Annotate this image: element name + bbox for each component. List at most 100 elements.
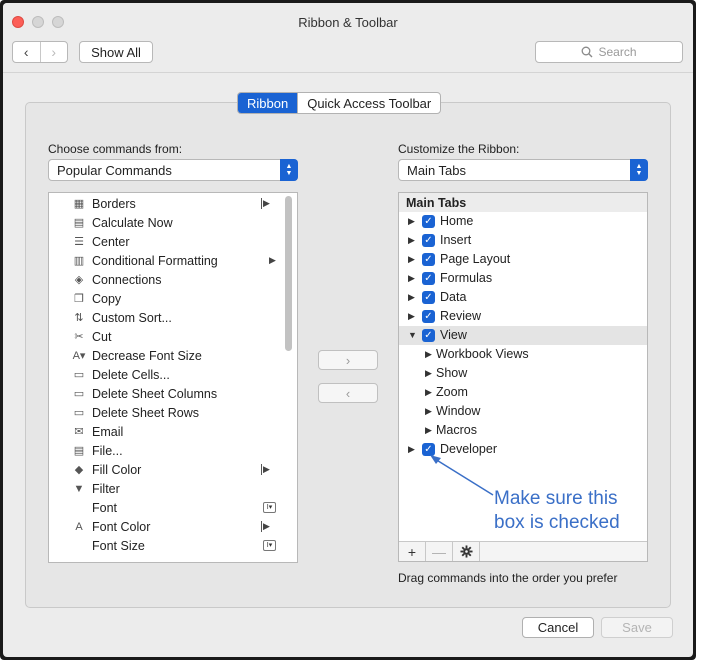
tab-checkbox[interactable]: ✓ <box>422 272 435 285</box>
annotation-line-2: box is checked <box>494 512 620 533</box>
command-item[interactable]: ▦ Borders ▶ <box>49 194 297 213</box>
popup-stepper-icon: ▲ ▼ <box>280 159 298 181</box>
email-icon: ✉ <box>74 426 84 438</box>
command-item[interactable]: ☰ Center <box>49 232 297 251</box>
search-field[interactable]: Search <box>535 41 683 63</box>
commands-list[interactable]: ▦ Borders ▶ ▤ Calculate Now ☰ Center ▥ Condition… <box>48 192 298 563</box>
decrease-font-icon: A▾ <box>72 350 86 362</box>
scissors-icon: ✂ <box>74 331 84 343</box>
remove-from-ribbon-button[interactable]: ‹ <box>318 383 378 403</box>
disclosure-closed-icon[interactable]: ▶ <box>408 254 415 265</box>
tree-item-label: Formulas <box>440 271 493 285</box>
add-tab-button[interactable]: + <box>399 542 426 561</box>
delete-rows-icon: ▭ <box>73 407 85 419</box>
command-label: Filter <box>92 481 120 496</box>
add-to-ribbon-button[interactable]: › <box>318 350 378 370</box>
command-item[interactable]: ◈ Connections <box>49 270 297 289</box>
connections-icon: ◈ <box>74 274 84 286</box>
command-label: Delete Cells... <box>92 367 170 382</box>
disclosure-closed-icon[interactable]: ▶ <box>425 425 432 436</box>
tree-item-label: Insert <box>440 233 472 247</box>
disclosure-closed-icon[interactable]: ▶ <box>408 216 415 227</box>
command-label: Email <box>92 424 124 439</box>
tree-item-zoom[interactable]: ▶ Zoom <box>399 383 647 402</box>
command-item[interactable]: ▭ Delete Sheet Rows <box>49 403 297 422</box>
forward-button[interactable]: › <box>41 42 68 62</box>
command-item[interactable]: ▭ Delete Cells... <box>49 365 297 384</box>
command-item[interactable]: Font Size I▾ <box>49 536 297 555</box>
command-label: Delete Sheet Columns <box>92 386 218 401</box>
disclosure-open-icon[interactable]: ▼ <box>408 330 417 340</box>
tab-checkbox[interactable]: ✓ <box>422 291 435 304</box>
submenu-arrow-icon: ▶ <box>261 521 270 532</box>
delete-columns-icon: ▭ <box>73 388 85 400</box>
disclosure-closed-icon[interactable]: ▶ <box>408 292 415 303</box>
disclosure-closed-icon[interactable]: ▶ <box>408 273 415 284</box>
command-label: Borders <box>92 196 136 211</box>
disclosure-closed-icon[interactable]: ▶ <box>425 387 432 398</box>
disclosure-closed-icon[interactable]: ▶ <box>425 406 432 417</box>
ribbon-tabs-popup[interactable]: Main Tabs ▲ ▼ <box>398 159 648 181</box>
tab-checkbox[interactable]: ✓ <box>422 329 435 342</box>
command-item[interactable]: ▼ Filter <box>49 479 297 498</box>
command-label: Decrease Font Size <box>92 348 202 363</box>
command-item[interactable]: ▭ Delete Sheet Columns <box>49 384 297 403</box>
tree-item-insert[interactable]: ▶ ✓ Insert <box>399 231 647 250</box>
disclosure-closed-icon[interactable]: ▶ <box>408 311 415 322</box>
tree-item-view[interactable]: ▼ ✓ View <box>399 326 647 345</box>
tree-item-formulas[interactable]: ▶ ✓ Formulas <box>399 269 647 288</box>
command-source-popup[interactable]: Popular Commands ▲ ▼ <box>48 159 298 181</box>
tree-item-data[interactable]: ▶ ✓ Data <box>399 288 647 307</box>
choose-commands-label: Choose commands from: <box>48 142 183 156</box>
back-button[interactable]: ‹ <box>13 42 40 62</box>
tab-checkbox[interactable]: ✓ <box>422 215 435 228</box>
tree-item-review[interactable]: ▶ ✓ Review <box>399 307 647 326</box>
tab-checkbox[interactable]: ✓ <box>422 253 435 266</box>
disclosure-closed-icon[interactable]: ▶ <box>425 368 432 379</box>
tree-item-window[interactable]: ▶ Window <box>399 402 647 421</box>
save-button[interactable]: Save <box>601 617 673 638</box>
tab-checkbox[interactable]: ✓ <box>422 310 435 323</box>
tree-footer-bar: + — <box>399 541 647 561</box>
tree-item-show[interactable]: ▶ Show <box>399 364 647 383</box>
command-item[interactable]: ◆ Fill Color ▶ <box>49 460 297 479</box>
command-item[interactable]: ▥ Conditional Formatting ▶ <box>49 251 297 270</box>
minus-icon: — <box>432 543 446 560</box>
commands-scrollbar[interactable] <box>285 196 292 351</box>
preferences-window: Ribbon & Toolbar ‹ › Show All Search Rib… <box>3 3 693 657</box>
command-label: Connections <box>92 272 162 287</box>
tab-options-button[interactable] <box>453 542 480 561</box>
command-label: File... <box>92 443 123 458</box>
remove-tab-button[interactable]: — <box>426 542 453 561</box>
tree-item-workbook-views[interactable]: ▶ Workbook Views <box>399 345 647 364</box>
command-item[interactable]: ▤ File... <box>49 441 297 460</box>
cancel-button[interactable]: Cancel <box>522 617 594 638</box>
tab-ribbon[interactable]: Ribbon <box>238 93 298 113</box>
command-item[interactable]: Font I▾ <box>49 498 297 517</box>
tab-quick-access-toolbar[interactable]: Quick Access Toolbar <box>298 93 440 113</box>
search-icon <box>582 46 593 58</box>
tree-item-home[interactable]: ▶ ✓ Home <box>399 212 647 231</box>
disclosure-closed-icon[interactable]: ▶ <box>425 349 432 360</box>
text-field-icon: I▾ <box>263 540 276 551</box>
tree-item-label: Data <box>440 290 467 304</box>
command-item[interactable]: A Font Color ▶ <box>49 517 297 536</box>
ribbon-tabs-value: Main Tabs <box>407 162 467 178</box>
tree-item-label: Window <box>436 404 481 418</box>
font-color-icon: A <box>75 520 83 533</box>
command-item[interactable]: ✉ Email <box>49 422 297 441</box>
tree-item-page-layout[interactable]: ▶ ✓ Page Layout <box>399 250 647 269</box>
annotation-line-1: Make sure this <box>494 488 618 509</box>
disclosure-closed-icon[interactable]: ▶ <box>408 444 415 455</box>
conditional-formatting-icon: ▥ <box>73 255 85 267</box>
command-item[interactable]: A▾ Decrease Font Size <box>49 346 297 365</box>
command-item[interactable]: ❐ Copy <box>49 289 297 308</box>
tree-item-macros[interactable]: ▶ Macros <box>399 421 647 440</box>
command-item[interactable]: ▤ Calculate Now <box>49 213 297 232</box>
disclosure-closed-icon[interactable]: ▶ <box>408 235 415 246</box>
text-field-icon: I▾ <box>263 502 276 513</box>
show-all-button[interactable]: Show All <box>79 41 153 63</box>
command-item[interactable]: ⇅ Custom Sort... <box>49 308 297 327</box>
command-item[interactable]: ✂ Cut <box>49 327 297 346</box>
tab-checkbox[interactable]: ✓ <box>422 234 435 247</box>
